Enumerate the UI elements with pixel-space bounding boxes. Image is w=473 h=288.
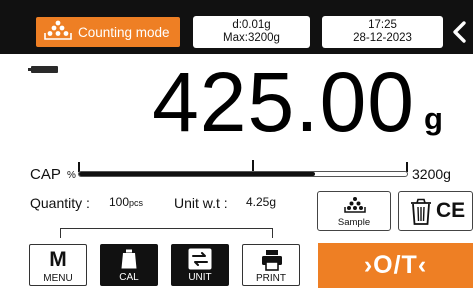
sample-button[interactable]: Sample <box>317 191 391 231</box>
unit-convert-icon <box>188 248 212 270</box>
print-button[interactable]: PRINT <box>242 244 300 286</box>
capacity-max-label: 3200g <box>412 166 451 182</box>
trash-icon <box>411 198 431 225</box>
print-label: PRINT <box>256 273 286 284</box>
time-value: 17:25 <box>368 19 397 31</box>
cal-label: CAL <box>119 272 139 283</box>
unit-weight-value: 4.25g <box>246 195 277 209</box>
quantity-label: Quantity : <box>30 195 90 211</box>
quantity-unit: pcs <box>129 198 144 208</box>
menu-letter: M <box>49 248 67 271</box>
weight-unit: g <box>424 101 443 136</box>
capacity-bar-fill <box>79 172 316 176</box>
quantity-value-group: 100pcs <box>109 195 143 209</box>
date-value: 28-12-2023 <box>353 32 412 44</box>
clear-entry-button[interactable]: CE <box>398 191 473 231</box>
counting-mode-label: Counting mode <box>78 24 170 40</box>
header-bar: Counting mode d:0.01g Max:3200g 17:25 28… <box>0 0 473 54</box>
max-capacity-value: Max:3200g <box>223 32 280 44</box>
clear-entry-label: CE <box>436 199 466 222</box>
weights-icon <box>344 197 366 213</box>
capacity-tick-mid <box>252 160 254 171</box>
menu-label: MENU <box>43 273 73 284</box>
menu-button[interactable]: M MENU <box>29 244 87 286</box>
button-group-bracket <box>60 228 273 238</box>
counting-mode-button[interactable]: Counting mode <box>36 17 180 47</box>
scale-screen: Counting mode d:0.01g Max:3200g 17:25 28… <box>0 0 473 288</box>
back-button[interactable] <box>446 15 473 49</box>
quantity-value: 100 <box>109 195 130 209</box>
weights-icon <box>44 19 72 46</box>
unit-button[interactable]: UNIT <box>171 244 229 286</box>
printer-icon <box>262 250 282 271</box>
back-chevron-icon <box>453 21 466 43</box>
capacity-label: CAP <box>30 166 61 183</box>
calibration-button[interactable]: CAL <box>100 244 158 286</box>
calibration-weight-icon <box>121 249 137 269</box>
capacity-percent-symbol: % <box>67 170 76 181</box>
tare-button[interactable]: ›O/T‹ <box>318 243 473 288</box>
capacity-bar <box>78 171 408 177</box>
battery-icon <box>28 66 58 73</box>
sample-label: Sample <box>337 217 371 228</box>
weight-reading: 425.00 <box>152 55 415 149</box>
unit-label: UNIT <box>188 272 212 283</box>
division-value: d:0.01g <box>232 19 271 31</box>
division-info-box: d:0.01g Max:3200g <box>193 16 310 48</box>
unit-weight-label: Unit w.t : <box>174 195 228 211</box>
datetime-box: 17:25 28-12-2023 <box>322 16 443 48</box>
